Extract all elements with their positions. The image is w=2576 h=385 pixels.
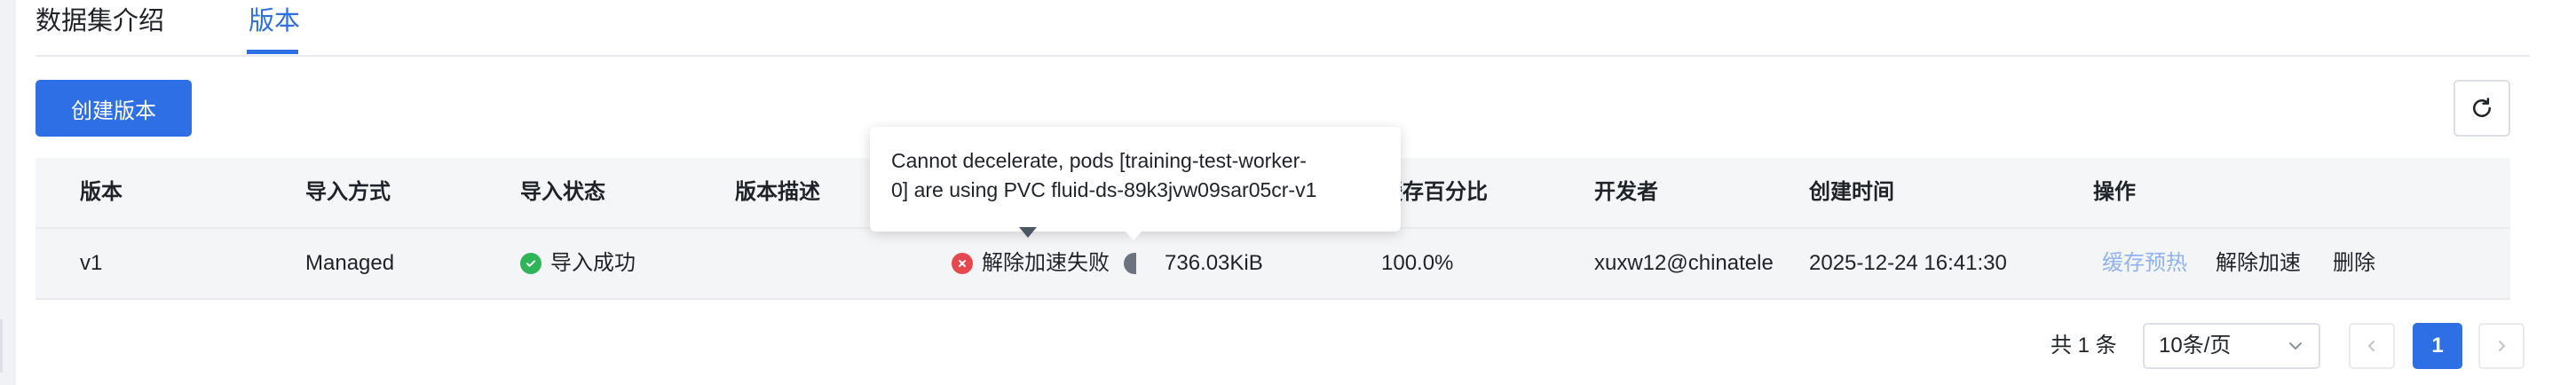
prev-page-button[interactable] xyxy=(2349,323,2395,369)
left-edge-strip xyxy=(0,0,16,385)
refresh-icon xyxy=(2473,98,2491,117)
info-icon[interactable] xyxy=(1124,253,1136,274)
remove-accel-link[interactable]: 解除加速 xyxy=(2216,229,2301,298)
tooltip-caret-dark xyxy=(1019,227,1037,238)
chevron-right-icon xyxy=(2499,341,2505,351)
edge-handle xyxy=(0,319,3,373)
col-description: 版本描述 xyxy=(735,180,820,204)
col-import-status: 导入状态 xyxy=(520,180,605,204)
page-size-value: 10条/页 xyxy=(2159,334,2232,358)
col-actions: 操作 xyxy=(2093,180,2136,204)
cell-import-status: 导入成功 xyxy=(520,229,636,298)
import-status-text: 导入成功 xyxy=(550,251,636,275)
cache-warmup-link[interactable]: 缓存预热 xyxy=(2102,229,2187,298)
cell-accel-status: 解除加速失败 xyxy=(952,229,1136,298)
tab-dataset-intro[interactable]: 数据集介绍 xyxy=(36,4,164,39)
tooltip-line-2: 0] are using PVC fluid-ds-89k3jvw09sar05… xyxy=(891,178,1317,201)
success-check-icon xyxy=(520,253,541,274)
chevron-down-icon xyxy=(2289,342,2302,350)
accel-status-text: 解除加速失败 xyxy=(982,251,1110,275)
table-row: v1 Managed 导入成功 解除加速失败 736.03KiB 100.0% … xyxy=(36,229,2510,300)
col-import-method: 导入方式 xyxy=(305,180,391,204)
cell-developer: xuxw12@chinatele xyxy=(1594,251,1774,275)
create-version-button[interactable]: 创建版本 xyxy=(36,80,192,137)
tab-version[interactable]: 版本 xyxy=(249,4,300,39)
delete-link[interactable]: 删除 xyxy=(2333,229,2375,298)
page-size-select[interactable]: 10条/页 xyxy=(2143,323,2320,369)
col-version: 版本 xyxy=(80,180,122,204)
tab-bar: 数据集介绍 版本 xyxy=(36,0,2530,57)
error-x-icon xyxy=(952,253,973,274)
cell-version: v1 xyxy=(80,251,103,275)
col-developer: 开发者 xyxy=(1594,180,1658,204)
chevron-left-icon xyxy=(2368,341,2375,351)
tooltip-line-1: Cannot decelerate, pods [training-test-w… xyxy=(891,149,1307,172)
refresh-button[interactable] xyxy=(2454,80,2510,137)
cell-created-at: 2025-12-24 16:41:30 xyxy=(1809,251,2007,275)
cell-cache-percent: 100.0% xyxy=(1381,251,1454,275)
total-count: 共 1 条 xyxy=(2051,334,2117,358)
next-page-button[interactable] xyxy=(2478,323,2525,369)
tooltip-caret xyxy=(1124,230,1143,240)
col-created-at: 创建时间 xyxy=(1809,180,1894,204)
error-tooltip: Cannot decelerate, pods [training-test-w… xyxy=(870,127,1401,232)
active-tab-indicator xyxy=(247,50,298,54)
page-1-button[interactable]: 1 xyxy=(2413,323,2462,369)
cell-size: 736.03KiB xyxy=(1165,251,1263,275)
cell-import-method: Managed xyxy=(305,251,395,275)
